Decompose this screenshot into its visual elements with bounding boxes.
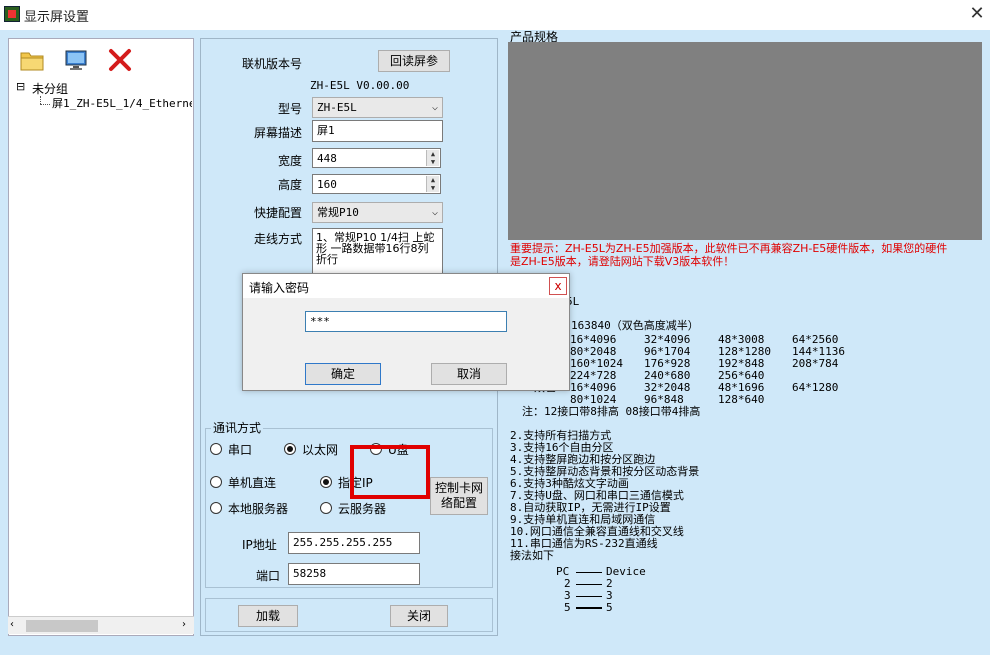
title-bar: 显示屏设置 ✕ — [0, 0, 990, 30]
warning-line-2: 是ZH-E5版本，请登陆网站下载V3版本软件！ — [510, 255, 735, 268]
pin-left: 5 — [564, 601, 571, 614]
screen-tree-panel — [8, 38, 194, 636]
local-server-radio[interactable] — [210, 502, 222, 514]
pin-right: 5 — [606, 601, 613, 614]
width-label: 宽度 — [278, 154, 303, 168]
cloud-server-radio[interactable] — [320, 502, 332, 514]
local-server-label: 本地服务器 — [228, 502, 289, 516]
desc-input[interactable]: 屏1 — [312, 120, 443, 142]
preview-image — [508, 42, 982, 240]
warning-line-1: 重要提示：ZH-E5L为ZH-E5加强版本，此软件已不再兼容ZH-E5硬件版本，… — [510, 242, 948, 255]
cloud-server-label: 云服务器 — [338, 502, 387, 516]
height-label: 高度 — [278, 178, 303, 192]
wiring-label: 走线方式 — [254, 232, 303, 246]
width-spinner[interactable]: 448 ▲ ▼ — [312, 148, 441, 168]
port-label: 端口 — [256, 569, 281, 583]
spec-cell: 128*640 — [718, 393, 765, 406]
delete-x-icon[interactable] — [108, 48, 132, 72]
scroll-left-icon[interactable]: ‹ — [10, 619, 14, 630]
readback-button[interactable]: 回读屏参 — [378, 50, 450, 72]
ok-button[interactable]: 确定 — [305, 363, 381, 385]
port-input[interactable]: 58258 — [288, 563, 420, 585]
direct-label: 单机直连 — [228, 476, 277, 490]
width-value: 448 — [317, 152, 337, 165]
chevron-down-icon: ⌵ — [431, 102, 438, 113]
feature-item: 接法如下 — [510, 549, 554, 562]
serial-label: 串口 — [228, 443, 253, 457]
scrollbar-thumb[interactable] — [26, 620, 98, 632]
spec-points: ：163840（双色高度减半） — [560, 319, 699, 332]
pin-line — [576, 596, 602, 597]
pin-line — [576, 584, 602, 585]
folder-icon[interactable] — [20, 48, 44, 72]
tree-connector — [40, 96, 41, 104]
pin-line — [576, 572, 602, 573]
quick-config-value: 常规P10 — [317, 206, 359, 219]
password-input[interactable]: *** — [305, 311, 507, 332]
dialog-title: 请输入密码 — [249, 281, 310, 295]
scroll-right-icon[interactable]: › — [182, 619, 186, 630]
net-config-button[interactable]: 控制卡网络配置 — [430, 477, 488, 515]
spec-note: 注：12接口带8排高 08接口带4排高 — [522, 405, 701, 418]
ip-input[interactable]: 255.255.255.255 — [288, 532, 420, 554]
window-close-button[interactable]: ✕ — [966, 3, 988, 25]
version-label: 联机版本号 — [242, 57, 303, 71]
quick-config-label: 快捷配置 — [254, 206, 303, 220]
tree-node-screen1[interactable]: 屏1_ZH-E5L_1/4_Etherne — [52, 95, 192, 111]
cancel-button[interactable]: 取消 — [431, 363, 507, 385]
serial-radio[interactable] — [210, 443, 222, 455]
wiring-list[interactable]: 1、常规P10 1/4扫 上蛇形 一路数据带16行8列折行 — [312, 228, 443, 274]
version-value: ZH-E5L V0.00.00 — [310, 79, 410, 92]
monitor-icon[interactable] — [64, 48, 88, 72]
spin-arrows-icon[interactable]: ▲ ▼ — [426, 150, 439, 166]
ethernet-label: 以太网 — [302, 443, 339, 457]
load-button[interactable]: 加载 — [238, 605, 298, 627]
dialog-close-button[interactable]: x — [549, 277, 567, 295]
specify-ip-radio[interactable] — [320, 476, 332, 488]
model-value: ZH-E5L — [317, 101, 357, 114]
spec-cell: 64*1280 — [792, 381, 839, 394]
ethernet-radio[interactable] — [284, 443, 296, 455]
comm-group-label: 通讯方式 — [211, 419, 264, 436]
pin-line — [576, 607, 602, 609]
password-dialog: 请输入密码 x *** 确定 取消 — [242, 273, 570, 391]
chevron-down-icon: ⌵ — [431, 207, 438, 218]
model-select[interactable]: ZH-E5L ⌵ — [312, 97, 443, 118]
height-spinner[interactable]: 160 ▲ ▼ — [312, 174, 441, 194]
highlight-box — [350, 445, 430, 499]
spec-cell: 208*784 — [792, 357, 839, 370]
model-label: 型号 — [278, 102, 303, 116]
ip-label: IP地址 — [242, 538, 277, 552]
spin-arrows-icon[interactable]: ▲ ▼ — [426, 176, 439, 192]
tree-horizontal-scrollbar[interactable]: ‹ › — [8, 616, 194, 634]
height-value: 160 — [317, 178, 337, 191]
tree-connector — [40, 104, 50, 105]
tree-expander-icon[interactable]: ⊟ — [16, 80, 25, 93]
desc-label: 屏幕描述 — [254, 126, 303, 140]
direct-radio[interactable] — [210, 476, 222, 488]
quick-config-select[interactable]: 常规P10 ⌵ — [312, 202, 443, 223]
app-icon — [4, 6, 20, 22]
window-title: 显示屏设置 — [24, 10, 90, 25]
close-button[interactable]: 关闭 — [390, 605, 448, 627]
